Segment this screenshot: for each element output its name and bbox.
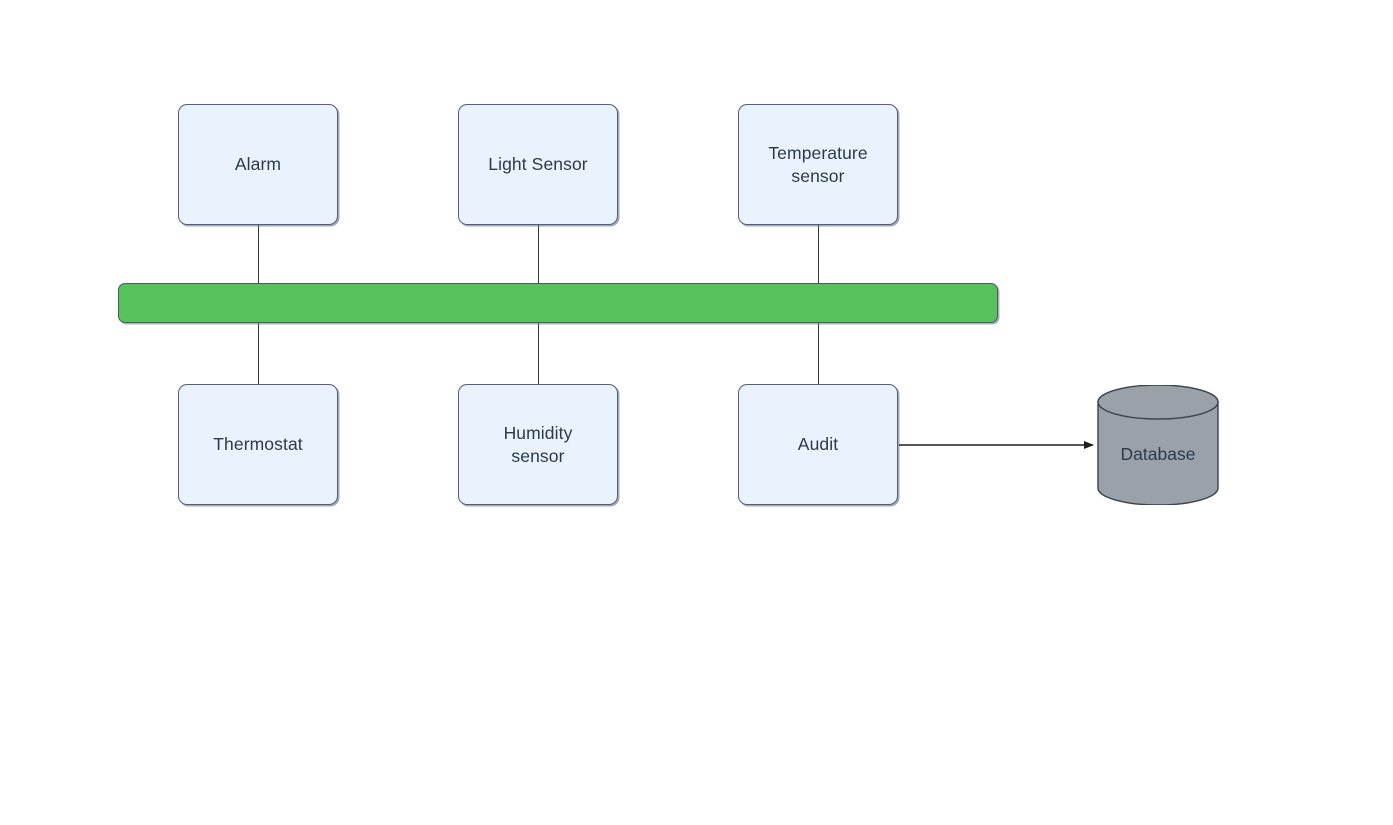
connector-alarm-to-bus [258, 225, 260, 284]
node-humidity-sensor-label: Humidity sensor [503, 422, 573, 466]
node-light-sensor-label: Light Sensor [488, 154, 588, 174]
node-database-label: Database [1120, 443, 1196, 464]
connector-bus-to-thermostat [258, 322, 260, 384]
node-temperature-sensor-label: Temperature sensor [768, 142, 868, 186]
connector-light-sensor-to-bus [538, 225, 540, 284]
message-bus-bar[interactable] [118, 283, 998, 323]
node-temperature-sensor[interactable]: Temperature sensor [738, 104, 898, 225]
node-alarm[interactable]: Alarm [178, 104, 338, 225]
node-database[interactable]: Database [1097, 384, 1219, 506]
connector-bus-to-humidity-sensor [538, 322, 540, 384]
connector-temperature-sensor-to-bus [818, 225, 820, 284]
diagram-canvas: Alarm Light Sensor Temperature sensor Th… [0, 0, 1393, 825]
node-audit[interactable]: Audit [738, 384, 898, 505]
node-humidity-sensor[interactable]: Humidity sensor [458, 384, 618, 505]
node-alarm-label: Alarm [234, 154, 282, 174]
node-audit-label: Audit [797, 434, 839, 454]
node-thermostat[interactable]: Thermostat [178, 384, 338, 505]
connector-bus-to-audit [818, 322, 820, 384]
node-light-sensor[interactable]: Light Sensor [458, 104, 618, 225]
node-thermostat-label: Thermostat [213, 434, 303, 454]
